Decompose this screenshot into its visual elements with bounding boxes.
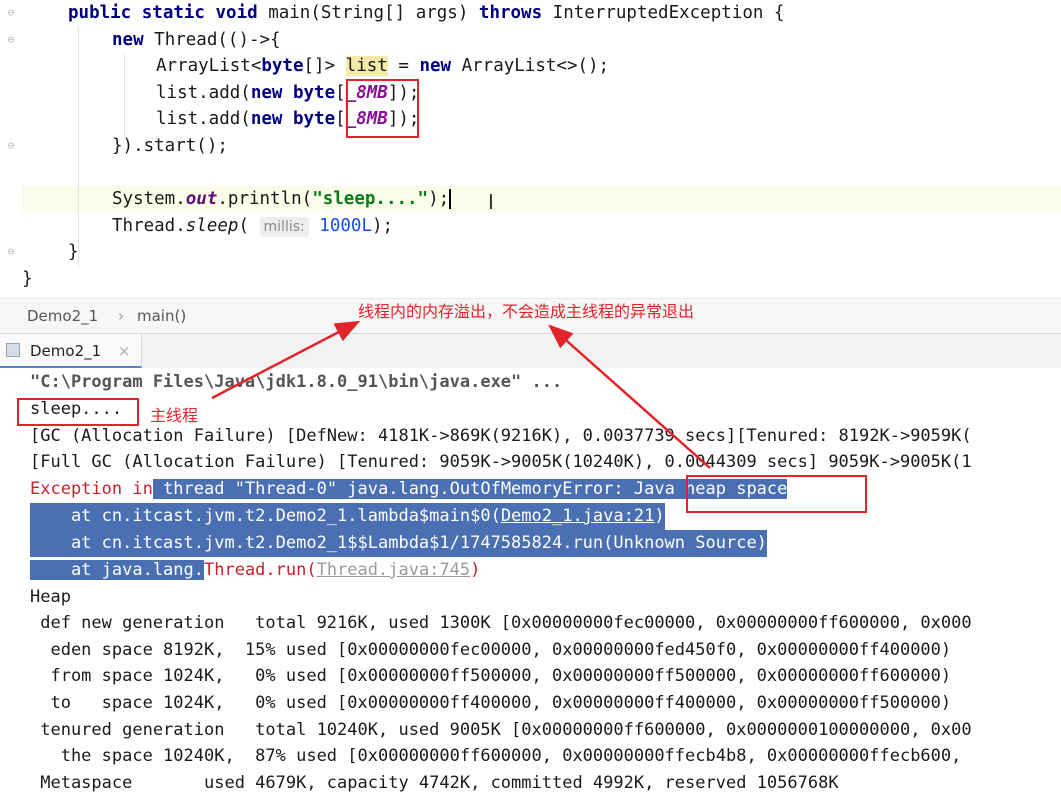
highlight-box-heap-space [686,475,867,513]
code-token: InterruptedException { [552,3,785,23]
stack-frame-text: ) [654,506,665,526]
code-token: System. [112,189,186,210]
heap-line: from space 1024K, 0% used [0x00000000ff5… [30,666,952,686]
code-token: main(String[] args) [268,3,479,23]
code-token: out [185,189,218,210]
parameter-hint: millis: [259,216,309,237]
code-line[interactable]: new Thread(()->{ [112,27,281,53]
close-icon[interactable]: × [118,342,131,360]
console-command-line: "C:\Program Files\Java\jdk1.8.0_91\bin\j… [30,372,563,392]
stack-frame-text: at java.lang. [30,560,204,580]
code-token: [ [335,109,346,130]
code-token: ); [371,215,394,236]
code-token: new byte [250,82,336,103]
indent-guide [78,26,79,266]
code-line[interactable]: ArrayList<byte[]> list = new ArrayList<>… [156,53,609,79]
tab-console-icon [6,343,20,357]
code-token: = [387,56,420,77]
stack-frame: at java.lang.Thread.run(Thread.java:745) [30,557,480,584]
code-editor[interactable]: ⊖ ⊖ ⊖ ⊖ public static void main(String[]… [0,0,1061,298]
heap-line: Metaspace used 4679K, capacity 4742K, co… [30,773,839,793]
code-token: [ [335,82,346,103]
console-gc-line: [GC (Allocation Failure) [DefNew: 4181K-… [30,426,972,446]
run-tool-window-tabs: Demo2_1 × [0,333,1061,369]
stack-frame-text: Thread.run( [204,560,317,580]
code-token: } [22,269,33,289]
code-token: Thread. [112,215,186,236]
code-token: .println( [217,189,313,210]
code-line[interactable]: } [68,239,79,265]
code-token: Thread(()->{ [154,29,281,50]
source-link[interactable]: Thread.java:745 [317,560,471,580]
indent-guide [124,54,125,140]
code-token: ); [428,189,450,210]
code-token: byte [261,56,304,77]
tab-label: Demo2_1 [30,342,102,360]
highlight-box-sleep [17,398,139,426]
code-line[interactable]: public static void main(String[] args) t… [68,0,784,26]
code-token: list [345,56,388,77]
breadcrumb-method[interactable]: main() [137,307,186,325]
code-line[interactable]: System.out.println("sleep...."); [112,186,452,212]
code-token: ArrayList< [156,56,262,77]
tab-demo2-1[interactable]: Demo2_1 × [0,334,142,368]
code-token: 1000L [319,215,372,236]
code-token: []> [303,56,346,77]
heap-line: tenured generation total 10240K, used 90… [30,720,972,740]
code-token: new byte [250,109,336,130]
exception-prefix: Exception in [30,479,153,499]
code-token: new [419,56,462,77]
stack-frame: at cn.itcast.jvm.t2.Demo2_1$$Lambda$1/17… [30,530,767,557]
fold-marker-icon[interactable]: ⊖ [5,140,17,152]
heap-line: the space 10240K, 87% used [0x00000000ff… [30,746,962,766]
stack-frame-text: at cn.itcast.jvm.t2.Demo2_1.lambda$main$… [30,506,501,526]
code-token: "sleep...." [312,189,429,210]
stack-frame: at cn.itcast.jvm.t2.Demo2_1.lambda$main$… [30,503,665,530]
console-exception-line: Exception in thread "Thread-0" java.lang… [30,476,788,503]
text-caret [449,189,452,210]
code-token: list.add( [156,82,251,103]
heap-line: def new generation total 9216K, used 130… [30,613,972,633]
console-output[interactable]: "C:\Program Files\Java\jdk1.8.0_91\bin\j… [0,368,1061,801]
editor-gutter: ⊖ ⊖ ⊖ ⊖ [0,0,22,298]
code-token: public static void [68,3,269,23]
code-token: sleep [185,215,239,236]
code-token: ArrayList<>(); [461,56,610,77]
source-link[interactable]: Demo2_1.java:21 [501,506,655,526]
fold-marker-icon[interactable]: ⊖ [5,34,17,46]
code-token: list.add( [156,109,251,130]
code-token: ( [238,215,260,236]
fold-marker-icon[interactable]: ⊖ [5,246,17,258]
code-line[interactable]: } [22,266,33,292]
breadcrumb-class[interactable]: Demo2_1 [27,307,98,325]
code-line[interactable]: }).start(); [112,133,228,159]
heap-header: Heap [30,587,71,607]
heap-line: to space 1024K, 0% used [0x00000000ff400… [30,693,952,713]
highlight-box-8mb [346,79,419,138]
fold-marker-icon[interactable]: ⊖ [5,7,17,19]
code-line[interactable]: Thread.sleep( millis: 1000L); [112,213,393,239]
code-token: } [68,242,79,263]
console-full-gc-line: [Full GC (Allocation Failure) [Tenured: … [30,452,972,472]
code-token: }).start(); [112,136,228,156]
code-token: new [112,29,155,50]
thread-oom-annotation: 线程内的内存溢出，不会造成主线程的异常退出 [358,302,695,321]
stack-frame-text: ) [470,560,481,580]
code-token: throws [478,3,553,23]
breadcrumb-separator: › [118,307,124,325]
text-cursor-icon: I [488,190,494,214]
heap-line: eden space 8192K, 15% used [0x00000000fe… [30,640,952,660]
main-thread-annotation: 主线程 [150,406,199,425]
